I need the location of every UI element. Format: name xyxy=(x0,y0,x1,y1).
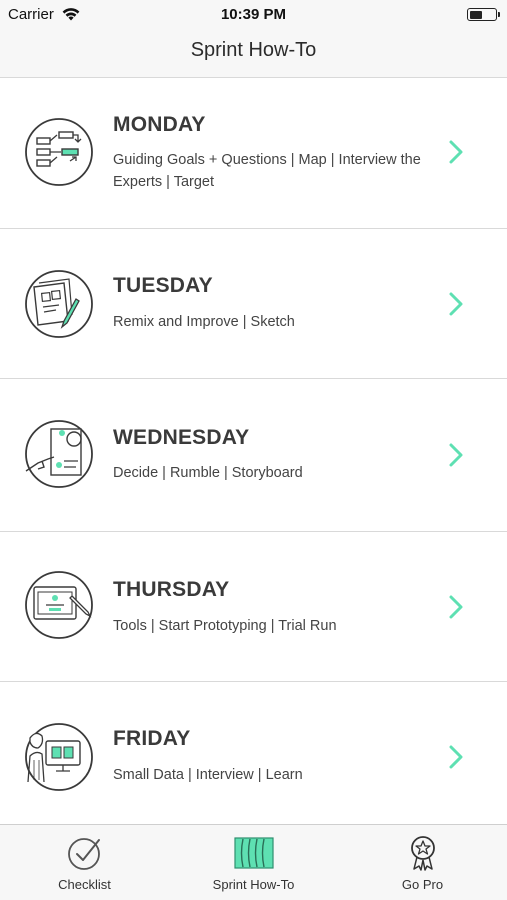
day-title: TUESDAY xyxy=(113,274,213,297)
chevron-right-icon xyxy=(449,292,463,316)
award-badge-icon xyxy=(410,836,435,871)
prototype-screen-icon xyxy=(25,571,93,639)
day-description: Remix and Improve | Sketch xyxy=(113,314,295,330)
chevron-right-icon xyxy=(449,745,463,769)
day-list: MONDAY Guiding Goals + Questions | Map |… xyxy=(0,79,507,832)
day-title: MONDAY xyxy=(113,113,206,136)
battery-level xyxy=(469,10,482,19)
chevron-right-icon xyxy=(449,140,463,164)
day-description: Tools | Start Prototyping | Trial Run xyxy=(113,618,337,634)
day-title: FRIDAY xyxy=(113,727,191,750)
navigation-bar: Sprint How-To xyxy=(0,28,507,78)
day-description: Small Data | Interview | Learn xyxy=(113,767,303,783)
chevron-right-icon xyxy=(449,595,463,619)
tab-label: Go Pro xyxy=(401,877,444,892)
tab-label: Sprint How-To xyxy=(212,877,295,892)
day-row-tuesday[interactable]: TUESDAY Remix and Improve | Sketch xyxy=(0,229,507,379)
day-title: WEDNESDAY xyxy=(113,426,250,449)
battery-icon xyxy=(467,8,500,21)
tab-sprint-how-to[interactable]: Sprint How-To xyxy=(169,825,338,900)
day-description: Guiding Goals + Questions | Map | Interv… xyxy=(113,152,421,190)
page-title: Sprint How-To xyxy=(190,39,317,61)
day-row-wednesday[interactable]: WEDNESDAY Decide | Rumble | Storyboard xyxy=(0,379,507,532)
tab-go-pro[interactable]: Go Pro xyxy=(338,825,507,900)
map-diagram-icon xyxy=(25,118,93,186)
user-test-icon xyxy=(25,723,93,791)
tab-checklist[interactable]: Checklist xyxy=(0,825,169,900)
sprint-howto-icon xyxy=(233,837,274,869)
status-bar: Carrier 10:39 PM xyxy=(0,0,507,28)
storyboard-icon xyxy=(25,420,93,488)
day-description: Decide | Rumble | Storyboard xyxy=(113,465,303,481)
checklist-icon xyxy=(67,838,100,870)
status-time: 10:39 PM xyxy=(220,6,287,23)
tab-label: Checklist xyxy=(58,877,111,892)
chevron-right-icon xyxy=(449,443,463,467)
day-row-monday[interactable]: MONDAY Guiding Goals + Questions | Map |… xyxy=(0,79,507,229)
day-row-thursday[interactable]: THURSDAY Tools | Start Prototyping | Tri… xyxy=(0,532,507,682)
sketch-paper-icon xyxy=(25,270,93,338)
day-row-friday[interactable]: FRIDAY Small Data | Interview | Learn xyxy=(0,682,507,832)
tab-bar: Checklist Sprint How-To Go Pro xyxy=(0,824,507,900)
day-title: THURSDAY xyxy=(113,578,230,601)
